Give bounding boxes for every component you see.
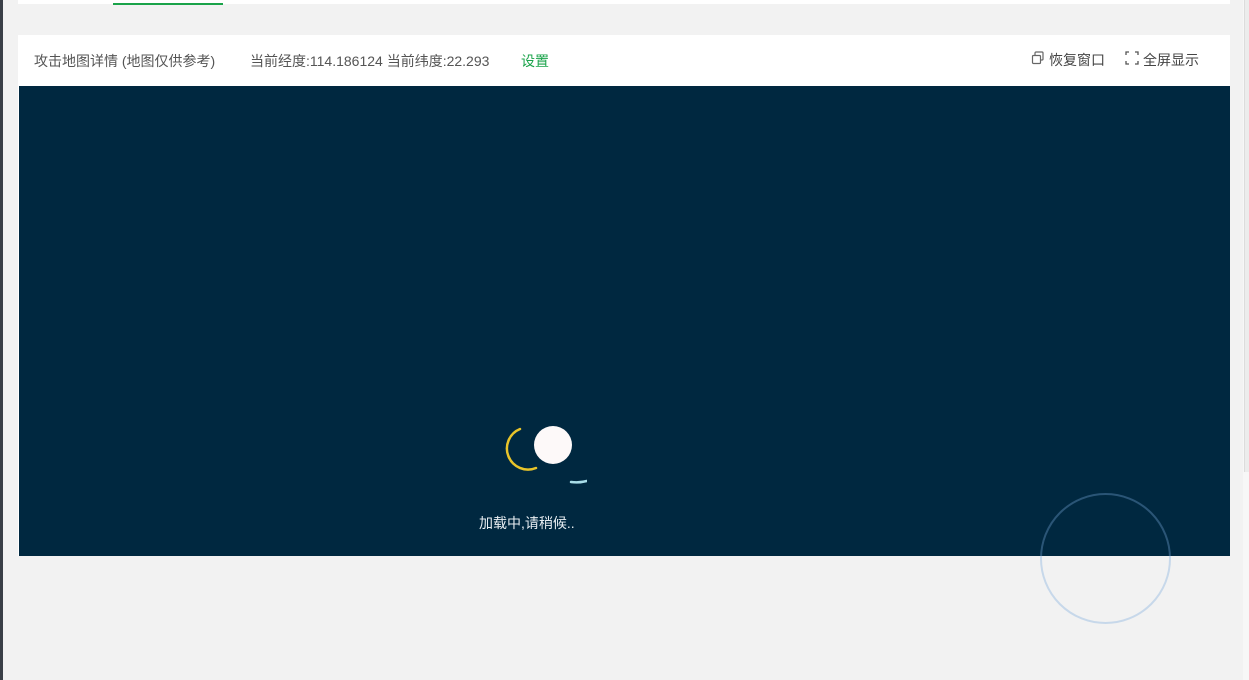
fullscreen-label: 全屏显示 bbox=[1143, 52, 1199, 68]
loading-spinner bbox=[497, 400, 618, 486]
fullscreen-button[interactable]: 全屏显示 bbox=[1125, 51, 1199, 69]
attack-map-panel: 攻击地图详情 (地图仅供参考) 当前经度:114.186124 当前纬度:22.… bbox=[18, 35, 1230, 556]
restore-window-icon bbox=[1031, 51, 1045, 69]
restore-window-label: 恢复窗口 bbox=[1049, 52, 1105, 68]
page-scrollbar[interactable] bbox=[1243, 0, 1249, 680]
panel-header: 攻击地图详情 (地图仅供参考) 当前经度:114.186124 当前纬度:22.… bbox=[18, 35, 1230, 85]
fullscreen-icon bbox=[1125, 51, 1139, 69]
decorative-ripple-circle bbox=[1040, 493, 1171, 624]
active-tab-indicator[interactable] bbox=[113, 3, 223, 5]
panel-title: 攻击地图详情 (地图仅供参考) bbox=[34, 53, 216, 69]
coordinates-readout: 当前经度:114.186124 当前纬度:22.293 bbox=[250, 53, 490, 69]
attack-map-canvas[interactable]: 加载中,请稍候.. bbox=[19, 86, 1230, 556]
loading-message: 加载中,请稍候.. bbox=[479, 515, 575, 531]
scrollbar-thumb[interactable] bbox=[1244, 0, 1249, 472]
left-window-edge bbox=[0, 0, 3, 680]
settings-link[interactable]: 设置 bbox=[521, 52, 549, 70]
restore-window-button[interactable]: 恢复窗口 bbox=[1031, 51, 1105, 69]
top-tab-bar bbox=[18, 0, 1230, 5]
